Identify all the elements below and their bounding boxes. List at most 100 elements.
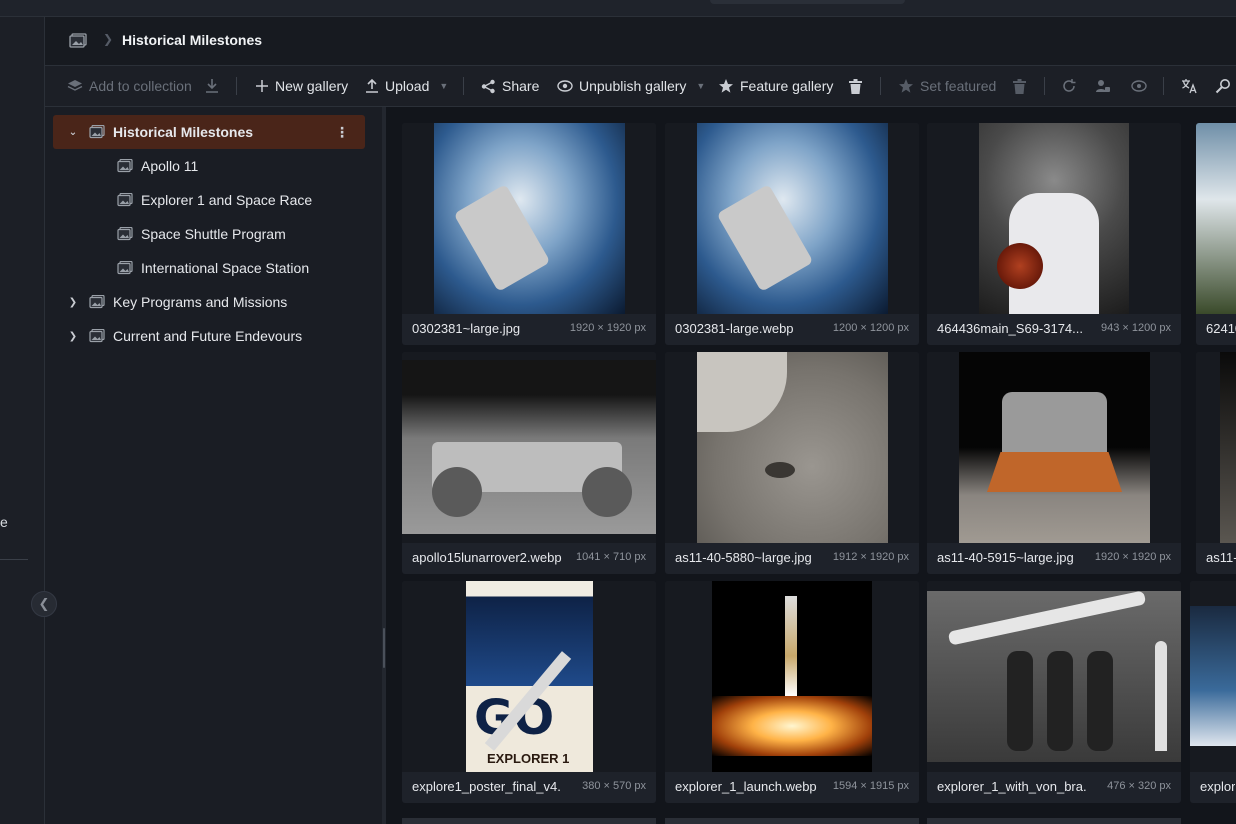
toolbar-separator [236,77,237,95]
breadcrumb-separator: ❯ [103,32,114,46]
trash-icon [849,78,862,94]
toolbar-separator [880,77,881,95]
image-filename: explor [1200,779,1236,794]
tree-item-key-programs[interactable]: ❯ Key Programs and Missions [65,285,288,319]
image-card[interactable]: explor [1190,581,1236,803]
delete-image-button[interactable] [1013,66,1026,106]
gallery-icon [89,295,105,309]
image-card[interactable]: as11-40-5915~large.jpg 1920 × 1920 px [927,352,1181,574]
image-card[interactable] [665,818,919,824]
chevron-right-icon[interactable]: ❯ [65,297,81,308]
tree-item-label: International Space Station [141,260,310,276]
tree-item-historical-milestones[interactable]: ⌄ Historical Milestones ⋮ [53,115,365,149]
user-lock-icon [1096,80,1110,92]
set-featured-button[interactable]: Set featured [898,66,996,106]
tree-item-space-shuttle[interactable]: Space Shuttle Program [109,217,286,251]
image-filename: 464436main_S69-3174... [937,321,1084,336]
tree-item-label: Historical Milestones [113,124,254,140]
image-card[interactable]: 464436main_S69-3174... 943 × 1200 px [927,123,1181,345]
add-to-collection-label: Add to collection [89,78,192,94]
image-dimensions: 476 × 320 px [1107,780,1171,792]
upload-button[interactable]: Upload ▼ [365,66,448,106]
unpublish-gallery-button[interactable]: Unpublish gallery ▼ [557,66,705,106]
tree-item-apollo-11[interactable]: Apollo 11 [109,149,198,183]
image-card[interactable]: 0302381~large.jpg 1920 × 1920 px [402,123,656,345]
star-icon [719,79,733,93]
layers-icon [67,80,83,91]
image-card[interactable]: as11-40-5880~large.jpg 1912 × 1920 px [665,352,919,574]
image-thumbnail[interactable] [665,123,919,314]
visibility-button[interactable] [1131,66,1147,106]
chevron-down-icon[interactable]: ⌄ [65,127,81,138]
image-card[interactable]: 0302381-large.webp 1200 × 1200 px [665,123,919,345]
image-filename: explorer_1_launch.webp [675,779,817,794]
upload-icon [366,78,378,93]
top-bar [0,0,1236,17]
image-thumbnail[interactable] [1190,581,1236,772]
unpublish-gallery-label: Unpublish gallery [579,78,687,94]
gallery-icon [89,125,105,139]
image-card[interactable]: as11-4 [1196,352,1236,574]
delete-gallery-button[interactable] [849,66,862,106]
image-card[interactable]: apollo15lunarrover2.webp 1041 × 710 px [402,352,656,574]
image-filename: 0302381~large.jpg [412,321,521,336]
image-thumbnail[interactable] [665,352,919,543]
set-featured-label: Set featured [920,78,997,94]
upload-label: Upload [385,78,430,94]
image-thumbnail[interactable] [1196,352,1236,543]
search-icon [1215,79,1230,94]
refresh-button[interactable] [1061,66,1077,106]
toolbar-separator [1163,77,1164,95]
image-filename: apollo15lunarrover2.webp [412,550,562,565]
page-title: Historical Milestones [122,32,263,48]
tree-item-explorer-1[interactable]: Explorer 1 and Space Race [109,183,312,217]
feature-gallery-button[interactable]: Feature gallery [718,66,833,106]
toolbar: Add to collection New gallery Upload ▼ S… [45,66,1236,107]
plus-icon [256,80,268,92]
permissions-button[interactable] [1095,66,1111,106]
kebab-menu-icon[interactable]: ⋮ [335,124,349,141]
add-to-collection-button[interactable]: Add to collection [67,66,192,106]
chevron-down-icon: ▼ [696,81,706,91]
top-search-pill[interactable] [710,0,905,4]
search-button[interactable] [1215,66,1231,106]
image-thumbnail[interactable] [402,123,656,314]
image-thumbnail[interactable] [927,581,1181,772]
image-card[interactable] [927,818,1181,824]
download-icon [206,79,218,93]
toolbar-separator [463,77,464,95]
image-thumbnail[interactable] [927,123,1181,314]
collapse-sidebar-button[interactable]: ❮ [31,591,57,617]
image-dimensions: 1912 × 1920 px [832,551,909,563]
gallery-icon [117,159,133,173]
new-gallery-button[interactable]: New gallery [255,66,348,106]
image-card[interactable] [402,818,656,824]
image-card[interactable]: explorer_1_launch.webp 1594 × 1915 px [665,581,919,803]
gallery-icon [117,227,133,241]
image-grid: 0302381~large.jpg 1920 × 1920 px 0302381… [386,107,1236,824]
image-card[interactable]: explorer_1_with_von_bra... 476 × 320 px [927,581,1181,803]
gallery-icon [69,33,87,52]
share-button[interactable]: Share [481,66,539,106]
left-rail-divider [0,559,28,560]
chevron-right-icon[interactable]: ❯ [65,331,81,342]
chevron-left-icon: ❮ [38,596,50,611]
resize-grip[interactable] [383,628,385,668]
image-card[interactable]: GO EXPLORER 1 explore1_poster_final_v4..… [402,581,656,803]
image-thumbnail[interactable] [1196,123,1236,314]
download-button[interactable] [205,66,219,106]
image-thumbnail[interactable] [402,352,656,543]
tree-item-iss[interactable]: International Space Station [109,251,309,285]
image-thumbnail[interactable]: GO EXPLORER 1 [402,581,656,772]
image-thumbnail[interactable] [665,581,919,772]
tree-item-label: Apollo 11 [141,158,199,174]
left-rail-text-fragment: e [0,514,8,530]
image-card[interactable]: 62410 [1196,123,1236,345]
page-header: ❯ Historical Milestones [45,17,1236,66]
tree-item-current-future[interactable]: ❯ Current and Future Endevours [65,319,302,353]
gallery-icon [89,329,105,343]
image-thumbnail[interactable] [927,352,1181,543]
trash-icon [1013,78,1026,94]
image-dimensions: 1920 × 1920 px [569,322,646,334]
translate-button[interactable] [1181,66,1197,106]
